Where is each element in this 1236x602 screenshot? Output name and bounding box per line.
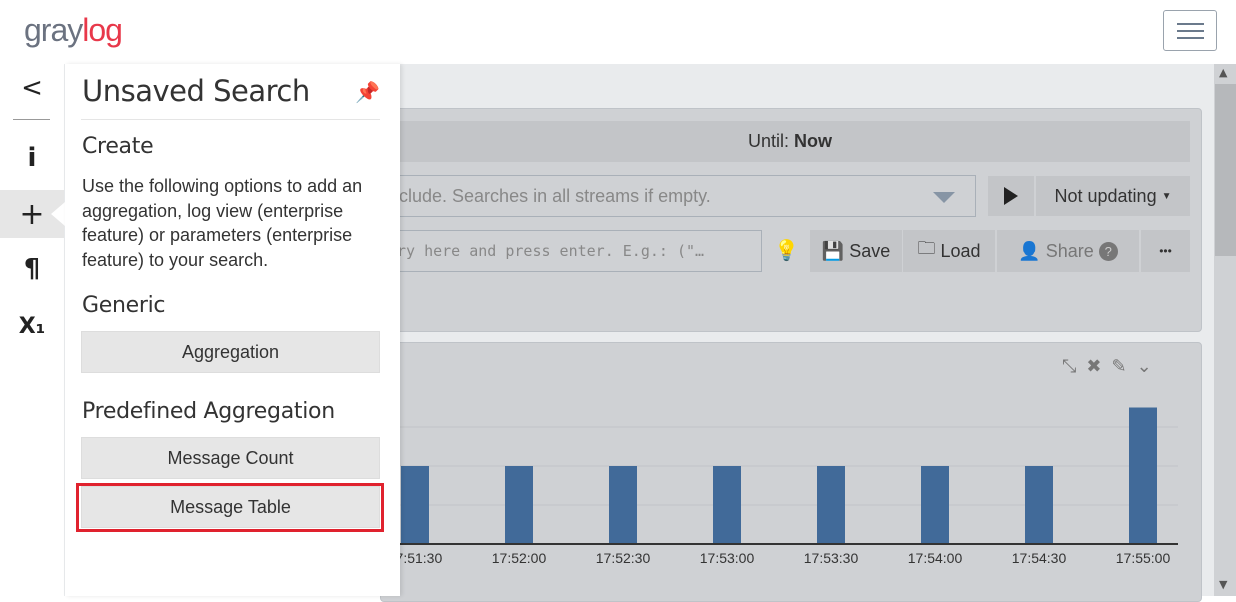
caret-down-icon: [933, 192, 955, 203]
sidebar-item-info[interactable]: i: [0, 134, 64, 182]
share-button[interactable]: 👤 Share ?: [997, 230, 1139, 272]
scroll-up-icon[interactable]: ▲: [1219, 66, 1227, 79]
x-tick-label: 17:54:00: [908, 550, 963, 566]
sidebar-item-parameters[interactable]: X₁: [0, 302, 64, 350]
create-description: Use the following options to add an aggr…: [82, 176, 363, 270]
graylog-logo[interactable]: graylog: [24, 12, 123, 49]
refresh-dropdown[interactable]: Not updating ▼: [1036, 176, 1190, 216]
bar: [505, 466, 533, 544]
x-tick-label: 17:55:00: [1116, 550, 1171, 566]
x-tick-label: 17:53:00: [700, 550, 755, 566]
load-label: Load: [940, 240, 981, 261]
logo-text-gray: gray: [24, 12, 83, 48]
lightbulb-icon[interactable]: 💡: [774, 238, 799, 262]
highlight-box: [76, 483, 384, 532]
scroll-down-icon[interactable]: ▼: [1219, 578, 1227, 591]
message-count-button[interactable]: Message Count: [81, 437, 380, 479]
x-tick-label: 17:54:30: [1012, 550, 1067, 566]
share-label: Share: [1045, 240, 1094, 261]
until-label: Until:: [747, 131, 789, 151]
hamburger-icon: [1177, 37, 1204, 39]
predefined-aggregation-heading: Predefined Aggregation: [82, 399, 335, 424]
streams-select[interactable]: clude. Searches in all streams if empty.: [390, 175, 976, 217]
caret-down-icon: ▼: [1161, 190, 1172, 202]
x-tick-label: 17:52:00: [492, 550, 547, 566]
collapse-sidebar-button[interactable]: <: [0, 64, 64, 112]
hamburger-icon: [1177, 30, 1204, 32]
save-button[interactable]: 💾 Save: [810, 230, 902, 272]
paragraph-icon: ¶: [23, 254, 41, 284]
save-icon: 💾: [821, 240, 845, 261]
hamburger-icon: [1177, 23, 1204, 25]
info-icon: i: [27, 143, 37, 173]
plus-icon: +: [19, 196, 45, 232]
bar: [921, 466, 949, 544]
aggregation-button[interactable]: Aggregation: [81, 331, 380, 373]
bar: [1025, 466, 1053, 544]
folder-icon: 🗀: [917, 238, 936, 258]
pin-icon[interactable]: 📌: [355, 80, 380, 104]
divider: [13, 119, 50, 120]
chevron-down-icon[interactable]: ⌄: [1137, 356, 1162, 377]
bar: [609, 466, 637, 544]
bar-chart: 17:51:30 17:52:00 17:52:30 17:53:00 17:53:30…: [380, 407, 1178, 566]
bar: [817, 466, 845, 544]
bar: [401, 466, 429, 544]
subscript-icon: X₁: [18, 313, 46, 339]
create-heading: Create: [82, 134, 154, 159]
refresh-label: Not updating: [1054, 185, 1157, 206]
bar: [1129, 407, 1157, 544]
x-tick-label: 17:53:30: [804, 550, 859, 566]
hamburger-menu-button[interactable]: [1163, 10, 1217, 51]
top-navbar: graylog: [0, 0, 1236, 64]
x-tick-label: 17:52:30: [596, 550, 651, 566]
query-placeholder: ry here and press enter. E.g.: ("…: [397, 242, 705, 260]
bar: [713, 466, 741, 544]
load-button[interactable]: 🗀 Load: [903, 230, 995, 272]
edit-icon[interactable]: ✎: [1112, 356, 1137, 377]
more-icon: •••: [1159, 244, 1172, 258]
user-plus-icon: 👤: [1018, 240, 1041, 261]
query-input[interactable]: ry here and press enter. E.g.: ("…: [390, 230, 762, 272]
until-value: Now: [794, 131, 833, 151]
time-range-display[interactable]: Until: Now: [390, 121, 1190, 162]
divider: [81, 119, 380, 120]
more-actions-button[interactable]: •••: [1141, 230, 1190, 272]
save-label: Save: [849, 240, 891, 261]
search-button[interactable]: [988, 176, 1034, 216]
play-icon: [1004, 187, 1018, 205]
help-icon[interactable]: ?: [1098, 241, 1118, 261]
page-title: Unsaved Search: [82, 74, 310, 108]
generic-heading: Generic: [82, 293, 166, 318]
logo-text-red: log: [82, 12, 123, 48]
widget-actions: ⤡✖✎⌄: [1062, 356, 1162, 377]
chevron-left-icon: <: [21, 73, 43, 103]
expand-icon[interactable]: ✖: [1086, 356, 1111, 377]
sidebar-icon-bar: < i + ¶ X₁: [0, 64, 65, 596]
scrollbar-thumb[interactable]: [1215, 84, 1236, 256]
streams-placeholder: clude. Searches in all streams if empty.: [399, 185, 711, 206]
compress-icon[interactable]: ⤡: [1062, 356, 1086, 377]
sidebar-item-create[interactable]: +: [0, 190, 65, 238]
sidebar-item-highlighting[interactable]: ¶: [0, 245, 64, 293]
